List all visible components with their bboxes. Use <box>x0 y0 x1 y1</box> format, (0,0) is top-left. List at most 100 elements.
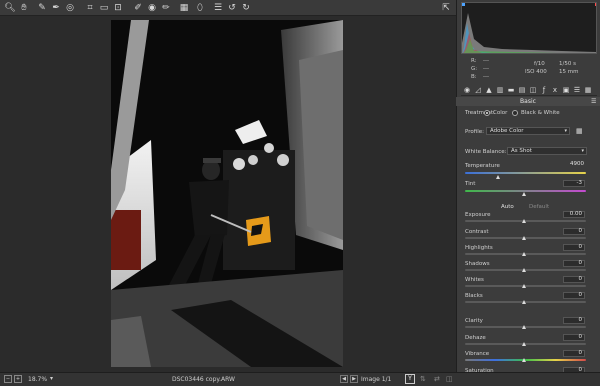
shutter-speed: 1/50 s <box>559 61 576 67</box>
r-value: --- <box>483 58 489 64</box>
whites-value[interactable]: 0 <box>563 276 585 283</box>
chevron-down-icon: ▾ <box>564 128 567 134</box>
adjustment-brush-icon[interactable]: ✏ <box>160 2 172 14</box>
color-sampler-icon[interactable]: ✒ <box>50 2 62 14</box>
profile-browser-icon[interactable]: ▦ <box>576 127 583 135</box>
temperature-label: Temperature <box>465 163 500 169</box>
preferences-icon[interactable]: ☰ <box>212 2 224 14</box>
blacks-slider-thumb[interactable] <box>522 300 526 304</box>
tint-slider-thumb[interactable] <box>522 192 526 196</box>
white-balance-value: As Shot <box>511 148 532 154</box>
treatment-color-label: Color <box>493 110 508 116</box>
image-canvas[interactable] <box>0 16 456 372</box>
exposure-label: Exposure <box>465 212 491 218</box>
chevron-down-icon: ▾ <box>581 148 584 154</box>
tint-value[interactable]: -3 <box>563 180 585 187</box>
section-menu-icon[interactable]: ☰ <box>591 97 596 106</box>
tint-label: Tint <box>465 181 476 187</box>
effects-tab-icon[interactable]: ƒ <box>540 86 548 94</box>
treatment-color-radio[interactable] <box>484 110 490 116</box>
calibration-tab-icon[interactable]: x <box>551 86 559 94</box>
aperture: f/10 <box>534 61 545 67</box>
contrast-value[interactable]: 0 <box>563 228 585 235</box>
file-name: DSC03446 copy.ARW <box>172 376 235 383</box>
locomotive-photo <box>111 20 343 367</box>
lens-tab-icon[interactable]: ▤ <box>518 86 526 94</box>
exposure-value[interactable]: 0.00 <box>563 211 585 218</box>
toggle-preview-icon[interactable]: ◫ <box>446 375 453 383</box>
status-bar: − + 18.7% ▾ DSC03446 copy.ARW ◀ ▶ Image … <box>0 372 600 386</box>
red-eye-icon[interactable]: ◉ <box>146 2 158 14</box>
white-balance-dropdown[interactable]: As Shot ▾ <box>507 147 587 155</box>
vibrance-label: Vibrance <box>465 351 490 357</box>
whites-slider-thumb[interactable] <box>522 284 526 288</box>
graduated-filter-icon[interactable]: ▦ <box>178 2 190 14</box>
vibrance-slider-thumb[interactable] <box>522 358 526 362</box>
transform-tab-icon[interactable]: ◫ <box>529 86 537 94</box>
exposure-slider-thumb[interactable] <box>522 219 526 223</box>
transform-icon[interactable]: ⊡ <box>112 2 124 14</box>
b-value: --- <box>483 74 489 80</box>
before-after-y-icon[interactable]: Y <box>405 374 415 384</box>
detail-tab-icon[interactable]: ▲ <box>485 86 493 94</box>
zoom-out-icon[interactable]: − <box>4 375 12 383</box>
shadows-value[interactable]: 0 <box>563 260 585 267</box>
iso: ISO 400 <box>525 69 547 75</box>
g-value: --- <box>483 66 489 72</box>
treatment-bw-radio[interactable] <box>512 110 518 116</box>
targeted-adjustment-icon[interactable]: ◎ <box>64 2 76 14</box>
dehaze-slider-thumb[interactable] <box>522 342 526 346</box>
highlights-value[interactable]: 0 <box>563 244 585 251</box>
info-readout: R: --- G: --- B: --- f/10 1/50 s ISO 400… <box>461 56 597 84</box>
clarity-value[interactable]: 0 <box>563 317 585 324</box>
default-button[interactable]: Default <box>529 204 549 210</box>
shadows-slider-thumb[interactable] <box>522 268 526 272</box>
whites-label: Whites <box>465 277 484 283</box>
rotate-right-icon[interactable]: ↻ <box>240 2 252 14</box>
vibrance-value[interactable]: 0 <box>563 350 585 357</box>
crop-icon[interactable]: ⌗ <box>84 2 96 14</box>
profile-value: Adobe Color <box>490 128 524 134</box>
fullscreen-icon[interactable]: ⇱ <box>440 2 452 14</box>
profile-dropdown[interactable]: Adobe Color ▾ <box>486 127 570 135</box>
contrast-slider-thumb[interactable] <box>522 236 526 240</box>
hand-icon[interactable]: ✋︎ <box>18 2 30 14</box>
auto-button[interactable]: Auto <box>501 204 514 210</box>
focal-length: 15 mm <box>559 69 579 75</box>
dehaze-value[interactable]: 0 <box>563 334 585 341</box>
white-balance-icon[interactable]: ✎ <box>36 2 48 14</box>
blacks-value[interactable]: 0 <box>563 292 585 299</box>
tone-curve-tab-icon[interactable]: ◿ <box>474 86 482 94</box>
temperature-value[interactable]: 4900 <box>564 161 586 169</box>
swap-settings-icon[interactable]: ⇅ <box>420 375 426 383</box>
image-counter: Image 1/1 <box>361 376 392 383</box>
clarity-label: Clarity <box>465 318 483 324</box>
highlights-slider-thumb[interactable] <box>522 252 526 256</box>
rotate-left-icon[interactable]: ↺ <box>226 2 238 14</box>
settings-tab-icon[interactable]: ☰ <box>573 86 581 94</box>
spot-removal-icon[interactable]: ✐ <box>132 2 144 14</box>
treatment-bw-label: Black & White <box>521 110 560 116</box>
zoom-icon[interactable]: 🔍︎ <box>4 2 16 14</box>
basic-tab-icon[interactable]: ◉ <box>463 86 471 94</box>
temperature-slider-track[interactable] <box>465 172 586 174</box>
temperature-slider-thumb[interactable] <box>496 175 500 179</box>
next-image-icon[interactable]: ▶ <box>350 375 358 383</box>
b-label: B: <box>471 74 477 80</box>
copy-settings-icon[interactable]: ⇄ <box>434 375 440 383</box>
snapshots-tab-icon[interactable]: ▦ <box>584 86 592 94</box>
shadows-label: Shadows <box>465 261 490 267</box>
previous-image-icon[interactable]: ◀ <box>340 375 348 383</box>
radial-filter-icon[interactable]: ⬯ <box>194 2 206 14</box>
straighten-icon[interactable]: ▭ <box>98 2 110 14</box>
zoom-in-icon[interactable]: + <box>14 375 22 383</box>
treatment-label: Treatment: <box>465 110 495 116</box>
split-toning-tab-icon[interactable]: ▬ <box>507 86 515 94</box>
zoom-level[interactable]: 18.7% <box>28 376 47 383</box>
panel-tabs: ◉ ◿ ▲ ▥ ▬ ▤ ◫ ƒ x ▣ ☰ ▦ <box>461 85 597 96</box>
white-balance-label: White Balance: <box>465 149 507 155</box>
zoom-chevron-down-icon[interactable]: ▾ <box>50 375 53 382</box>
presets-tab-icon[interactable]: ▣ <box>562 86 570 94</box>
hsl-tab-icon[interactable]: ▥ <box>496 86 504 94</box>
clarity-slider-thumb[interactable] <box>522 325 526 329</box>
